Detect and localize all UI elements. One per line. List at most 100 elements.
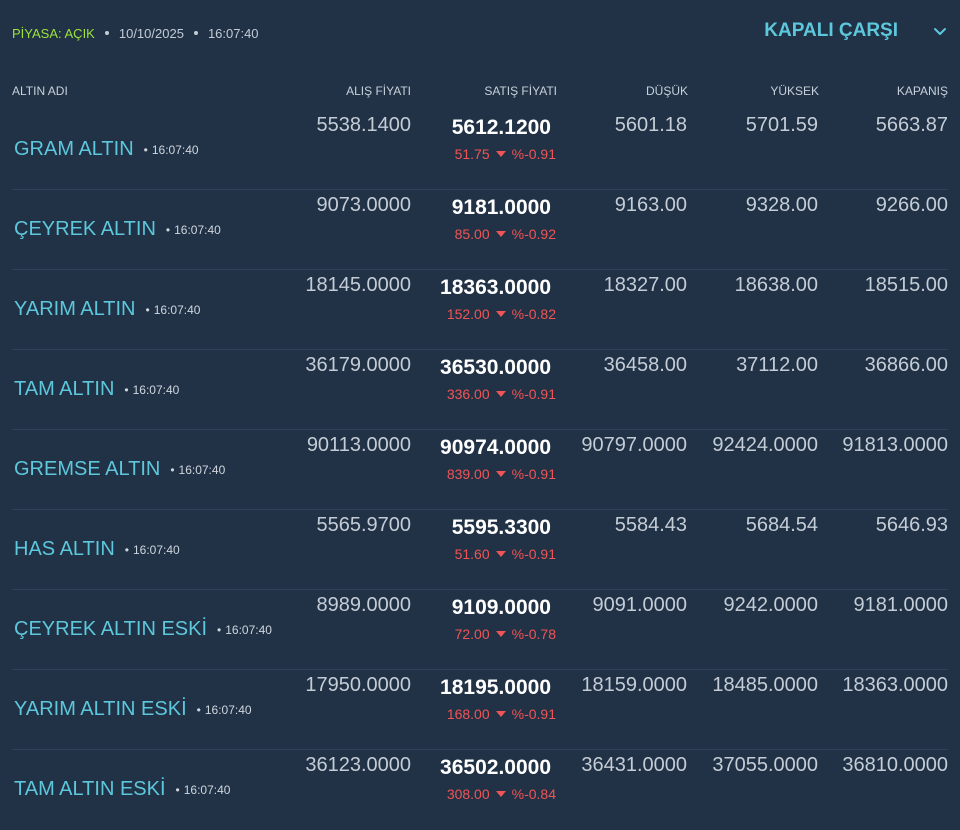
- change-amount: 152.00: [446, 306, 490, 322]
- table-row[interactable]: GREMSE ALTIN 16:07:40 90113.0000 90974.0…: [0, 430, 960, 510]
- status-time: 16:07:40: [207, 25, 259, 41]
- header-low: DÜŞÜK: [645, 84, 688, 98]
- table-row[interactable]: ÇEYREK ALTIN ESKİ 16:07:40 8989.0000 910…: [0, 590, 960, 670]
- table-row[interactable]: GRAM ALTIN 16:07:40 5538.1400 5612.1200 …: [0, 110, 960, 190]
- gold-name-cell: ÇEYREK ALTIN 16:07:40: [14, 218, 221, 241]
- gold-name-cell: ÇEYREK ALTIN ESKİ 16:07:40: [14, 618, 272, 641]
- close-price: 36810.0000: [842, 754, 948, 776]
- change-percent: %-0.82: [511, 306, 556, 322]
- update-time: 16:07:40: [166, 223, 221, 237]
- gold-name-cell: TAM ALTIN ESKİ 16:07:40: [14, 778, 230, 801]
- change-percent: %-0.91: [511, 386, 556, 402]
- close-price: 36866.00: [864, 354, 948, 376]
- table-row[interactable]: TAM ALTIN ESKİ 16:07:40 36123.0000 36502…: [0, 750, 960, 830]
- low-price: 90797.0000: [581, 434, 687, 456]
- arrow-down-icon: [495, 391, 506, 397]
- high-price: 37112.00: [736, 354, 818, 376]
- update-time: 16:07:40: [170, 463, 226, 477]
- change-amount: 85.00: [454, 226, 490, 242]
- sell-price: 9181.0000: [451, 196, 551, 219]
- table-row[interactable]: YARIM ALTIN 16:07:40 18145.0000 18363.00…: [0, 270, 960, 350]
- arrow-down-icon: [495, 631, 506, 637]
- change-amount: 72.00: [454, 626, 490, 642]
- arrow-down-icon: [495, 791, 506, 797]
- price-change: 308.00 %-0.84: [447, 786, 556, 802]
- arrow-down-icon: [495, 711, 506, 717]
- gold-name[interactable]: ÇEYREK ALTIN: [14, 218, 156, 241]
- market-status: PİYASA: AÇIK: [12, 25, 95, 41]
- change-percent: %-0.91: [511, 146, 556, 162]
- market-select-dropdown[interactable]: KAPALI ÇARŞI: [764, 20, 948, 42]
- price-change: 336.00 %-0.91: [447, 386, 556, 402]
- gold-name[interactable]: TAM ALTIN ESKİ: [14, 778, 166, 801]
- update-time: 16:07:40: [146, 303, 201, 317]
- gold-name[interactable]: GREMSE ALTIN: [14, 458, 160, 481]
- gold-name[interactable]: HAS ALTIN: [14, 538, 115, 561]
- high-price: 18638.00: [734, 274, 818, 296]
- arrow-down-icon: [495, 231, 506, 237]
- high-price: 37055.0000: [712, 754, 818, 776]
- sell-price: 5595.3300: [451, 516, 551, 539]
- header-name: ALTIN ADI: [12, 84, 68, 98]
- header-high: YÜKSEK: [770, 84, 819, 98]
- buy-price: 36179.0000: [305, 354, 411, 376]
- high-price: 5701.59: [745, 114, 818, 136]
- buy-price: 8989.0000: [316, 594, 411, 616]
- buy-price: 18145.0000: [305, 274, 411, 296]
- price-change: 72.00 %-0.78: [455, 626, 556, 642]
- sell-price: 90974.0000: [440, 436, 551, 459]
- table-row[interactable]: HAS ALTIN 16:07:40 5565.9700 5595.3300 5…: [0, 510, 960, 590]
- low-price: 9091.0000: [592, 594, 687, 616]
- market-select-label: KAPALI ÇARŞI: [764, 20, 898, 41]
- close-price: 91813.0000: [842, 434, 948, 456]
- low-price: 5601.18: [614, 114, 687, 136]
- arrow-down-icon: [495, 471, 506, 477]
- gold-name-cell: TAM ALTIN 16:07:40: [14, 378, 179, 401]
- update-time: 16:07:40: [125, 543, 180, 557]
- price-change: 839.00 %-0.91: [447, 466, 556, 482]
- change-percent: %-0.78: [511, 626, 556, 642]
- update-time: 16:07:40: [217, 623, 272, 637]
- low-price: 5584.43: [614, 514, 687, 536]
- gold-name-cell: HAS ALTIN 16:07:40: [14, 538, 180, 561]
- low-price: 18327.00: [603, 274, 687, 296]
- gold-name[interactable]: ÇEYREK ALTIN ESKİ: [14, 618, 207, 641]
- price-change: 85.00 %-0.92: [455, 226, 556, 242]
- update-time: 16:07:40: [144, 143, 199, 157]
- buy-price: 9073.0000: [316, 194, 411, 216]
- table-header: ALTIN ADI ALIŞ FİYATI SATIŞ FİYATI DÜŞÜK…: [0, 84, 960, 102]
- table-row[interactable]: TAM ALTIN 16:07:40 36179.0000 36530.0000…: [0, 350, 960, 430]
- table-row[interactable]: ÇEYREK ALTIN 16:07:40 9073.0000 9181.000…: [0, 190, 960, 270]
- change-percent: %-0.92: [511, 226, 556, 242]
- change-amount: 839.00: [446, 466, 490, 482]
- gold-name[interactable]: YARIM ALTIN: [14, 298, 136, 321]
- arrow-down-icon: [495, 311, 506, 317]
- sell-price: 5612.1200: [451, 116, 551, 139]
- gold-name-cell: YARIM ALTIN ESKİ 16:07:40: [14, 698, 252, 721]
- high-price: 5684.54: [745, 514, 818, 536]
- sell-price: 36502.0000: [440, 756, 551, 779]
- chevron-down-icon: [934, 28, 946, 35]
- close-price: 9266.00: [875, 194, 948, 216]
- gold-name[interactable]: GRAM ALTIN: [14, 138, 134, 161]
- sell-price: 18195.0000: [440, 676, 551, 699]
- low-price: 36458.00: [603, 354, 687, 376]
- arrow-down-icon: [495, 151, 506, 157]
- low-price: 9163.00: [614, 194, 687, 216]
- change-amount: 51.60: [454, 546, 490, 562]
- buy-price: 5538.1400: [316, 114, 411, 136]
- gold-name[interactable]: TAM ALTIN: [14, 378, 114, 401]
- high-price: 92424.0000: [712, 434, 818, 456]
- close-price: 9181.0000: [853, 594, 948, 616]
- arrow-down-icon: [495, 551, 506, 557]
- price-change: 51.60 %-0.91: [455, 546, 556, 562]
- high-price: 9242.0000: [723, 594, 818, 616]
- change-amount: 308.00: [446, 786, 490, 802]
- gold-name[interactable]: YARIM ALTIN ESKİ: [14, 698, 187, 721]
- gold-name-cell: GRAM ALTIN 16:07:40: [14, 138, 199, 161]
- gold-price-table: GRAM ALTIN 16:07:40 5538.1400 5612.1200 …: [0, 110, 960, 830]
- table-row[interactable]: YARIM ALTIN ESKİ 16:07:40 17950.0000 181…: [0, 670, 960, 750]
- status-date: 10/10/2025: [118, 25, 184, 41]
- high-price: 18485.0000: [712, 674, 818, 696]
- change-percent: %-0.91: [511, 546, 556, 562]
